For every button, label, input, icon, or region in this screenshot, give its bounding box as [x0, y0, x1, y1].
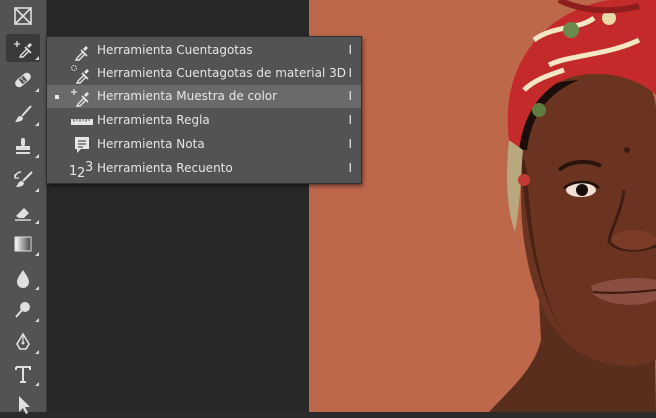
eraser-tool[interactable]	[6, 198, 40, 226]
svg-text:3: 3	[85, 160, 93, 175]
menu-item-ruler[interactable]: Herramienta Regla I	[47, 109, 361, 132]
color-sampler-icon	[14, 41, 32, 58]
brush-tool[interactable]	[6, 100, 40, 128]
eyedropper-tools-flyout: Herramienta Cuentagotas I Herramienta Cu…	[46, 36, 362, 184]
menu-item-count[interactable]: 1 2 3 Herramienta Recuento I	[47, 157, 361, 181]
history-brush-tool[interactable]	[6, 166, 40, 194]
brush-icon	[15, 105, 32, 122]
menu-item-label: Herramienta Muestra de color	[97, 89, 278, 103]
count-icon: 1 2 3	[69, 159, 95, 181]
menu-item-note[interactable]: Herramienta Nota I	[47, 133, 361, 156]
history-brush-icon	[14, 171, 33, 187]
pen-icon	[16, 332, 30, 350]
healing-brush-icon	[15, 72, 31, 88]
menu-item-label: Herramienta Cuentagotas	[97, 43, 253, 57]
dodge-tool[interactable]	[6, 296, 40, 324]
artboard-icon	[14, 7, 32, 25]
menu-item-shortcut: I	[348, 43, 352, 57]
pen-tool[interactable]	[6, 328, 40, 356]
eyedropper-tool[interactable]	[6, 34, 40, 62]
blur-icon	[17, 270, 29, 288]
clone-stamp-icon	[16, 138, 30, 154]
menu-item-label: Herramienta Cuentagotas de material 3D	[97, 66, 347, 80]
3d-material-eyedropper-icon	[69, 64, 95, 84]
dodge-icon	[15, 302, 30, 318]
path-selection-tool[interactable]	[6, 390, 40, 418]
menu-item-shortcut: I	[348, 137, 352, 151]
blur-tool[interactable]	[6, 264, 40, 292]
menu-item-label: Herramienta Regla	[97, 113, 210, 127]
type-tool[interactable]	[6, 360, 40, 388]
menu-item-shortcut: I	[348, 113, 352, 127]
ruler-icon	[69, 111, 95, 131]
menu-item-label: Herramienta Recuento	[97, 161, 233, 175]
gradient-tool[interactable]	[6, 230, 40, 258]
menu-item-shortcut: I	[348, 161, 352, 175]
selected-indicator	[55, 95, 59, 99]
note-icon	[69, 135, 95, 155]
menu-item-color-sampler[interactable]: Herramienta Muestra de color I	[47, 85, 361, 108]
type-icon	[15, 366, 31, 383]
eraser-icon	[15, 208, 31, 221]
menu-item-eyedropper[interactable]: Herramienta Cuentagotas I	[47, 39, 361, 62]
menu-item-label: Herramienta Nota	[97, 137, 205, 151]
artboard-tool[interactable]	[6, 2, 40, 30]
menu-item-3d-material-eyedropper[interactable]: Herramienta Cuentagotas de material 3D I	[47, 62, 361, 85]
gradient-icon	[14, 236, 32, 252]
tools-panel	[0, 0, 47, 414]
color-sampler-icon	[69, 87, 95, 107]
clone-stamp-tool[interactable]	[6, 132, 40, 160]
eyedropper-icon	[69, 41, 95, 61]
menu-item-shortcut: I	[348, 66, 352, 80]
menu-item-shortcut: I	[348, 89, 352, 103]
healing-brush-tool[interactable]	[6, 66, 40, 94]
